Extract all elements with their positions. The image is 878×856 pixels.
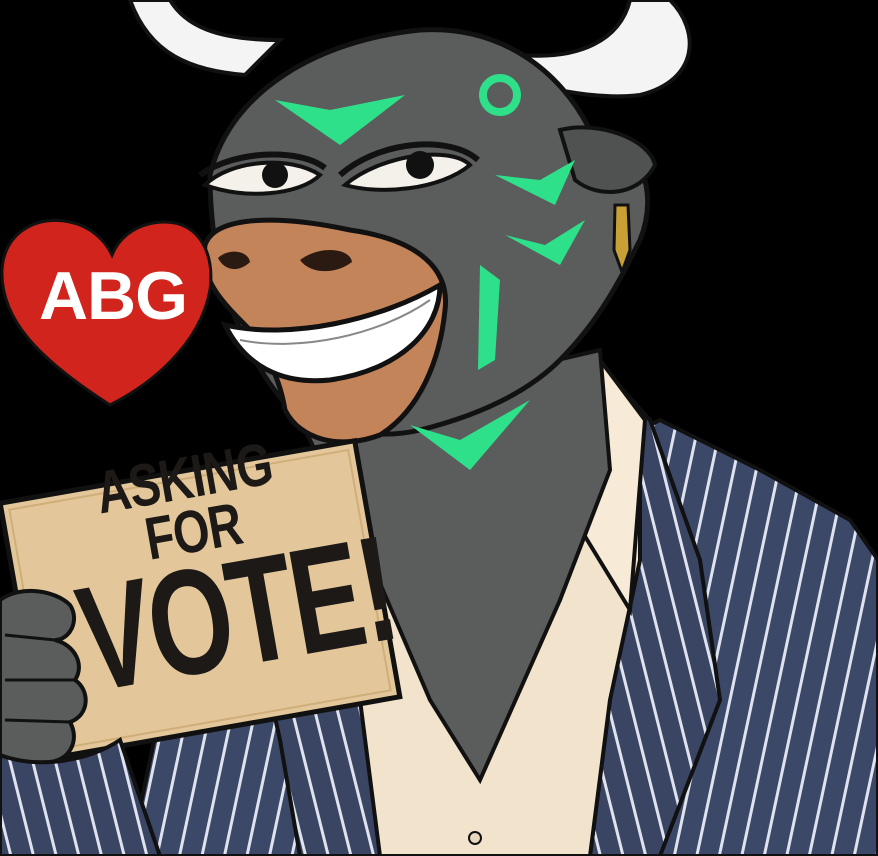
heart-badge-label: ABG [38, 258, 188, 334]
bull-mascot-illustration [0, 0, 878, 856]
left-horn [127, 0, 285, 78]
left-pupil [262, 162, 288, 188]
right-pupil [406, 151, 434, 179]
sign-line-vote: VOTE! [66, 503, 407, 724]
shirt-button [468, 831, 482, 845]
meme-image: ABG ASKING FOR VOTE! [0, 0, 878, 856]
